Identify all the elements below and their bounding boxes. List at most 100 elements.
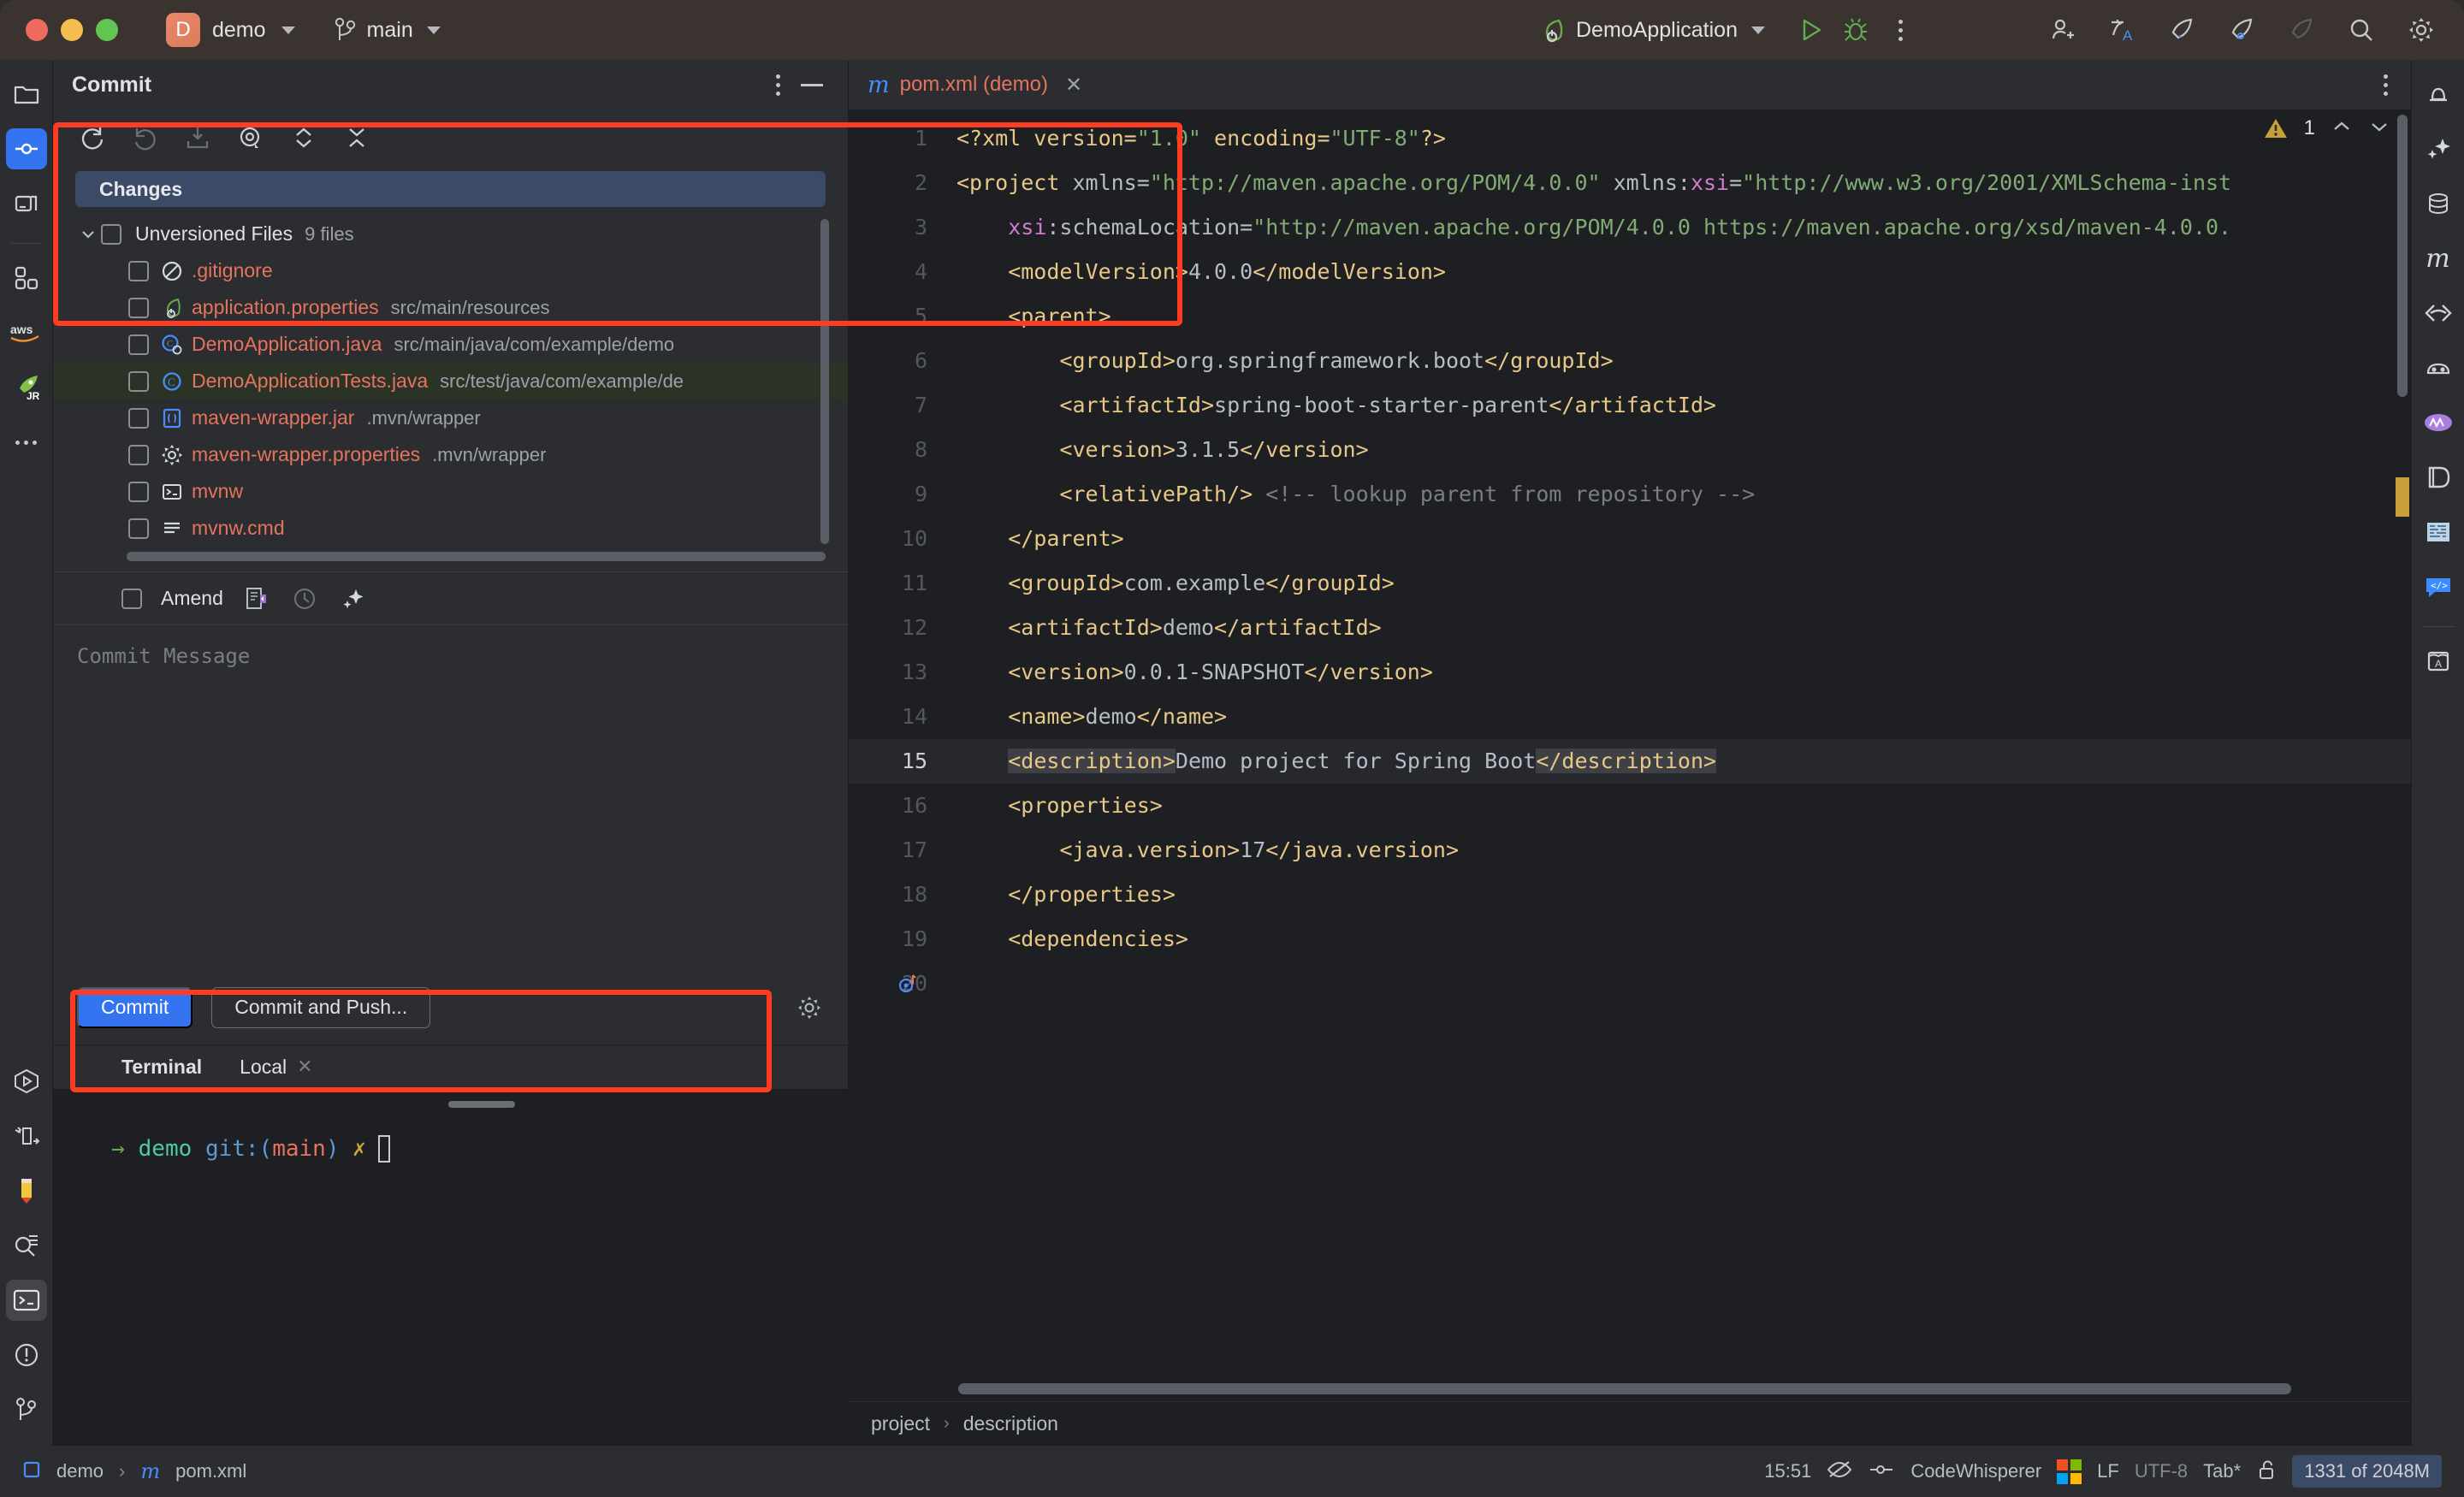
commit-panel-hide-button[interactable] (795, 68, 829, 102)
sidebar-item-database[interactable] (2418, 183, 2459, 224)
minimize-window-button[interactable] (61, 19, 83, 41)
sidebar-item-code-chat[interactable]: </> (2418, 566, 2459, 607)
sidebar-item-jetbrains-runtime[interactable]: JR (6, 367, 47, 408)
table-row[interactable]: mvnw (53, 473, 848, 510)
commit-options-icon[interactable] (242, 584, 271, 613)
node-checkbox[interactable] (101, 223, 121, 245)
file-checkbox[interactable] (128, 297, 149, 318)
code-line[interactable]: <version>3.1.5</version> (950, 428, 2411, 472)
sidebar-item-project[interactable] (6, 74, 47, 115)
table-row[interactable]: mvnw.cmd (53, 510, 848, 547)
code-line[interactable]: <java.version>17</java.version> (950, 828, 2411, 873)
editor-warning-marker[interactable] (2396, 477, 2409, 517)
line-number[interactable]: 11 (849, 561, 950, 606)
file-checkbox[interactable] (128, 518, 149, 539)
changes-group-header[interactable]: Changes (75, 171, 826, 207)
tree-node-unversioned-files[interactable]: Unversioned Files 9 files (53, 216, 848, 252)
editor-gutter[interactable]: 1 2 3 4 5 6 7 8 9 10 11 12 13 14 15 16 17 18 19 20 (849, 109, 950, 1401)
table-row[interactable]: maven-wrapper.properties .mvn/wrapper (53, 436, 848, 473)
terminal-resize-handle[interactable] (448, 1100, 515, 1108)
collapse-all-icon[interactable] (342, 123, 371, 152)
line-number[interactable]: 9 (849, 472, 950, 517)
sidebar-item-gradle[interactable] (2418, 347, 2459, 388)
sidebar-item-aws[interactable]: aws (6, 312, 47, 353)
code-line[interactable]: <groupId>org.springframework.boot</group… (950, 339, 2411, 383)
sidebar-item-more[interactable] (6, 422, 47, 463)
table-row[interactable]: maven-wrapper.jar .mvn/wrapper (53, 399, 848, 436)
reader-mode-off-icon[interactable] (1827, 1459, 1852, 1484)
editor-viewport[interactable]: 1 1 2 3 4 5 6 7 8 9 10 11 12 13 14 15 16 17 18 19 20 <?xml … (849, 109, 2411, 1401)
settings-gear-icon[interactable] (2404, 13, 2438, 47)
line-number[interactable]: 7 (849, 383, 950, 428)
code-line[interactable]: <groupId>com.example</groupId> (950, 561, 2411, 606)
commit-button[interactable]: Commit (77, 986, 193, 1028)
status-line-separator[interactable]: LF (2097, 1460, 2119, 1482)
run-configuration-selector[interactable]: DemoApplication (1540, 13, 1917, 47)
code-line[interactable]: <project xmlns="http://maven.apache.org/… (950, 161, 2411, 205)
next-problem-icon[interactable] (2368, 118, 2390, 139)
file-checkbox[interactable] (128, 334, 149, 355)
status-codewhisperer[interactable]: CodeWhisperer (1910, 1460, 2041, 1482)
rocket-run-icon[interactable] (2165, 13, 2199, 47)
run-button[interactable] (1794, 13, 1828, 47)
breadcrumb-item-description[interactable]: description (963, 1412, 1058, 1435)
code-line[interactable]: <properties> (950, 784, 2411, 828)
line-number[interactable]: 3 (849, 205, 950, 250)
line-number[interactable]: 2 (849, 161, 950, 205)
sidebar-item-nx-console[interactable] (2418, 402, 2459, 443)
line-number[interactable]: 5 (849, 294, 950, 339)
file-checkbox[interactable] (128, 444, 149, 465)
code-line[interactable]: <dependencies> (950, 917, 2411, 962)
commit-settings-gear-icon[interactable] (795, 993, 824, 1022)
line-number[interactable]: 12 (849, 606, 950, 650)
code-line[interactable]: <artifactId>spring-boot-starter-parent</… (950, 383, 2411, 428)
code-line[interactable]: <version>0.0.1-SNAPSHOT</version> (950, 650, 2411, 695)
debug-button[interactable] (1839, 13, 1873, 47)
status-project-name[interactable]: demo (56, 1460, 104, 1482)
search-icon[interactable] (2344, 13, 2378, 47)
terminal-session-tab[interactable]: Local (240, 1056, 287, 1079)
editor-code-content[interactable]: <?xml version="1.0" encoding="UTF-8"?> <p… (950, 109, 2411, 1401)
table-row[interactable]: C DemoApplicationTests.java src/test/jav… (53, 363, 848, 399)
show-diff-icon[interactable] (236, 123, 265, 152)
sidebar-item-git[interactable] (6, 1389, 47, 1430)
terminal-output[interactable]: → demo git:(main) ✗ (53, 1088, 848, 1446)
inspection-widget[interactable]: 1 (2263, 116, 2390, 140)
sidebar-item-edit[interactable] (6, 1170, 47, 1211)
code-line[interactable]: </properties> (950, 873, 2411, 917)
line-number[interactable]: 17 (849, 828, 950, 873)
code-line[interactable]: <name>demo</name> (950, 695, 2411, 739)
line-number[interactable]: 16 (849, 784, 950, 828)
commit-history-icon[interactable] (290, 584, 319, 613)
sidebar-item-docker[interactable] (2418, 457, 2459, 498)
amend-checkbox[interactable] (121, 588, 142, 609)
sidebar-item-bitmap[interactable] (2418, 512, 2459, 553)
code-line[interactable]: <modelVersion>4.0.0</modelVersion> (950, 250, 2411, 294)
branch-selector[interactable]: main (335, 17, 441, 43)
rocket-debug-icon[interactable] (2224, 13, 2259, 47)
line-number[interactable]: 4 (849, 250, 950, 294)
table-row[interactable]: .gitignore (53, 252, 848, 289)
status-encoding[interactable]: UTF-8 (2135, 1460, 2188, 1482)
sidebar-item-pull-requests[interactable] (6, 183, 47, 224)
add-user-icon[interactable] (2045, 13, 2079, 47)
unlocked-icon[interactable] (2256, 1459, 2277, 1485)
sidebar-item-endpoints[interactable] (2418, 293, 2459, 334)
file-checkbox[interactable] (128, 370, 149, 392)
commit-and-push-button[interactable]: Commit and Push... (211, 986, 431, 1028)
sidebar-item-ai-assistant[interactable] (2418, 128, 2459, 169)
close-tab-icon[interactable]: ✕ (1065, 73, 1082, 98)
run-gutter-icon[interactable] (897, 972, 921, 1000)
close-icon[interactable]: ✕ (297, 1056, 312, 1078)
line-number[interactable]: 10 (849, 517, 950, 561)
sidebar-item-notifications[interactable] (2418, 74, 2459, 115)
breadcrumb-item-project[interactable]: project (871, 1412, 930, 1435)
line-number[interactable]: 1 (849, 116, 950, 161)
line-number[interactable]: 18 (849, 873, 950, 917)
line-number[interactable]: 13 (849, 650, 950, 695)
tab-pom-xml[interactable]: m pom.xml (demo) ✕ (868, 72, 1082, 98)
previous-problem-icon[interactable] (2331, 118, 2353, 139)
expand-collapse-icon[interactable] (289, 123, 318, 152)
sidebar-item-maven[interactable]: m (2418, 238, 2459, 279)
commit-panel-options-button[interactable] (761, 68, 795, 102)
